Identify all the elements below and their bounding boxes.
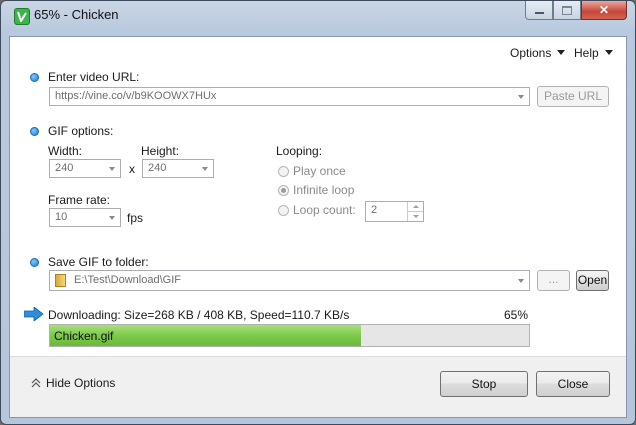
window-title: 65% - Chicken (34, 7, 119, 22)
looping-label: Looping: (276, 144, 323, 158)
download-percent: 65% (504, 308, 529, 322)
loop-count-radio[interactable] (278, 205, 289, 216)
main-panel: Options Help Enter video URL: https://vi… (9, 36, 627, 418)
folder-dropdown-button[interactable] (513, 271, 529, 290)
download-arrow-icon (23, 306, 44, 324)
width-dropdown-button[interactable] (104, 160, 120, 177)
double-chevron-up-icon (31, 378, 41, 388)
title-bar[interactable]: 65% - Chicken ✕ (1, 1, 635, 29)
paste-url-button[interactable]: Paste URL (537, 86, 609, 107)
options-menu-label: Options (510, 46, 552, 60)
loop-count-label[interactable]: Loop count: (293, 203, 356, 217)
save-folder-input[interactable]: E:\Test\Download\GIF (49, 270, 530, 291)
height-value: 240 (148, 162, 167, 174)
maximize-button[interactable] (553, 1, 581, 20)
height-select[interactable]: 240 (142, 159, 214, 178)
chevron-down-icon (518, 278, 524, 283)
framerate-value: 10 (55, 211, 68, 223)
hide-options-label: Hide Options (46, 376, 116, 390)
infinite-loop-label[interactable]: Infinite loop (293, 183, 354, 197)
infinite-loop-radio[interactable] (278, 185, 289, 196)
chevron-down-icon (518, 94, 524, 99)
help-menu[interactable]: Help (574, 46, 613, 60)
minimize-button[interactable] (525, 1, 553, 20)
loop-count-value: 2 (371, 204, 378, 216)
stop-button[interactable]: Stop (440, 371, 528, 397)
close-window-button[interactable]: ✕ (581, 1, 627, 20)
chevron-up-icon (412, 205, 419, 208)
maximize-icon (562, 5, 572, 15)
times-sign: x (129, 162, 135, 176)
chevron-down-icon (412, 215, 419, 218)
play-once-radio[interactable] (278, 166, 289, 177)
video-url-input[interactable]: https://vine.co/v/b9KOOWX7HUx (49, 87, 530, 106)
chevron-down-icon (202, 166, 208, 171)
options-menu[interactable]: Options (510, 46, 566, 60)
video-url-value: https://vine.co/v/b9KOOWX7HUx (55, 90, 217, 102)
progress-file-name: Chicken.gif (54, 329, 114, 343)
width-value: 240 (55, 162, 74, 174)
app-window: 65% - Chicken ✕ Options Help Enter video… (0, 0, 636, 425)
loop-count-stepper[interactable]: 2 (365, 201, 424, 222)
height-label: Height: (141, 144, 180, 158)
footer-bar: Hide Options Stop Close (10, 356, 626, 417)
height-dropdown-button[interactable] (197, 160, 213, 177)
section-bullet-icon (30, 127, 39, 136)
hide-options-link[interactable]: Hide Options (30, 376, 115, 390)
close-icon: ✕ (598, 3, 610, 17)
save-folder-path: E:\Test\Download\GIF (74, 274, 181, 286)
chevron-down-icon (604, 50, 613, 55)
chevron-down-icon (109, 166, 115, 171)
width-label: Width: (48, 144, 83, 158)
chevron-down-icon (109, 215, 115, 220)
stepper-up-button[interactable] (407, 202, 423, 212)
url-dropdown-button[interactable] (513, 88, 529, 105)
url-section-label: Enter video URL: (48, 70, 140, 84)
framerate-dropdown-button[interactable] (104, 209, 120, 226)
play-once-label[interactable]: Play once (293, 164, 346, 178)
section-bullet-icon (30, 73, 39, 82)
help-menu-label: Help (574, 46, 599, 60)
chevron-down-icon (557, 50, 566, 55)
minimize-icon (534, 12, 544, 14)
framerate-label: Frame rate: (48, 193, 111, 207)
fps-label: fps (127, 211, 144, 225)
folder-icon (55, 274, 66, 287)
section-bullet-icon (30, 258, 39, 267)
download-status: Downloading: Size=268 KB / 408 KB, Speed… (48, 308, 350, 322)
vine-app-icon (14, 8, 30, 25)
close-button[interactable]: Close (536, 371, 610, 397)
gif-options-label: GIF options: (48, 124, 114, 138)
framerate-select[interactable]: 10 (49, 208, 121, 227)
open-folder-button[interactable]: Open (576, 270, 609, 291)
download-progress-bar: Chicken.gif (49, 324, 530, 347)
browse-folder-button[interactable]: ... (537, 270, 570, 291)
stepper-down-button[interactable] (407, 212, 423, 221)
width-select[interactable]: 240 (49, 159, 121, 178)
save-folder-label: Save GIF to folder: (48, 255, 149, 269)
